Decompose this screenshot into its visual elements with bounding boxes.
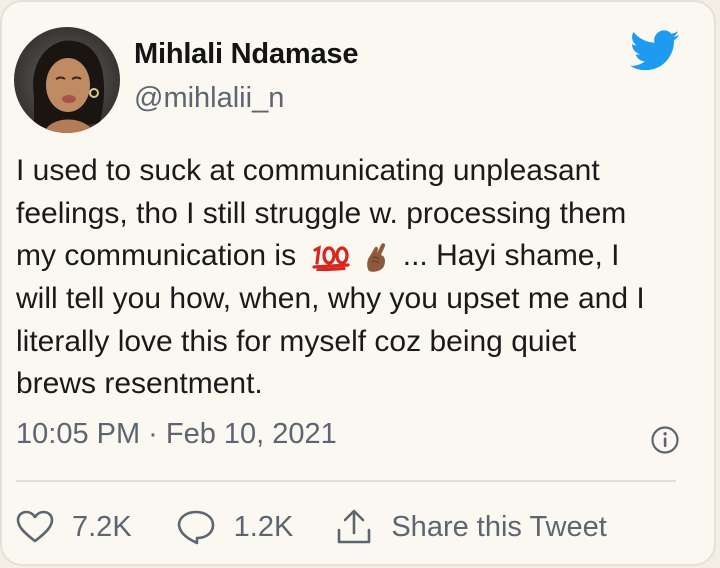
- info-icon[interactable]: [650, 425, 680, 455]
- avatar-image: [14, 27, 120, 133]
- share-button[interactable]: Share this Tweet: [335, 508, 607, 546]
- speech-bubble-icon: [177, 510, 214, 545]
- author-name[interactable]: Mihlali Ndamase: [134, 38, 358, 71]
- like-count: 7.2K: [72, 510, 132, 543]
- hundred-points-icon: [312, 245, 351, 272]
- share-label: Share this Tweet: [391, 510, 607, 543]
- reply-button[interactable]: 1.2K: [176, 509, 294, 545]
- twitter-bird-icon[interactable]: [630, 30, 680, 72]
- heart-icon: [16, 510, 54, 543]
- tweet-actions: 7.2K 1.2K Share this Tweet: [16, 502, 607, 552]
- tweet-timestamp[interactable]: 10:05 PM · Feb 10, 2021: [16, 418, 337, 451]
- tweet-card: Mihlali Ndamase @mihlalii_n I used to su…: [0, 0, 716, 566]
- fingers-crossed-icon: [367, 243, 386, 272]
- like-button[interactable]: 7.2K: [16, 510, 132, 544]
- divider: [16, 480, 676, 482]
- author-handle[interactable]: @mihlalii_n: [134, 82, 284, 115]
- reply-count: 1.2K: [233, 510, 294, 543]
- share-upload-icon: [338, 509, 371, 544]
- avatar[interactable]: [14, 27, 120, 133]
- tweet-text: I used to suck at communicating unpleasa…: [16, 150, 706, 406]
